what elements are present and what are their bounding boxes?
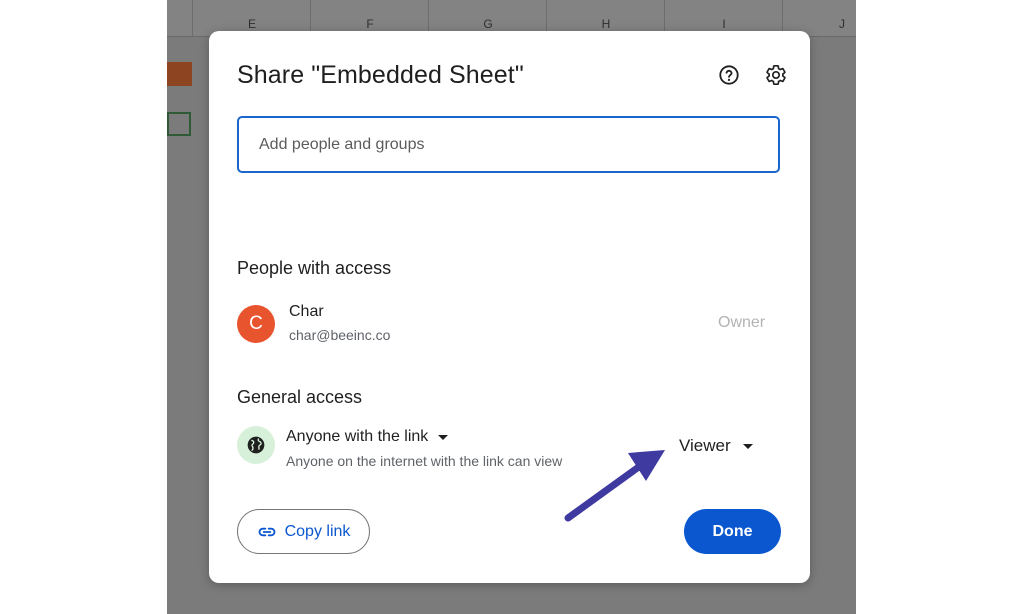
people-with-access-title: People with access: [237, 258, 392, 278]
selected-cell[interactable]: [167, 112, 191, 136]
gear-icon[interactable]: [762, 61, 790, 89]
owner-name: Char: [289, 303, 324, 320]
copy-link-label: Copy link: [284, 522, 351, 540]
avatar: C: [237, 305, 275, 343]
done-button[interactable]: Done: [684, 509, 781, 554]
owner-role-label: Owner: [718, 314, 766, 331]
chevron-down-icon: [438, 434, 449, 440]
role-label: Viewer: [679, 436, 731, 455]
general-access-description: Anyone on the internet with the link can…: [286, 453, 563, 469]
general-access-dropdown[interactable]: Anyone with the link: [286, 426, 449, 448]
copy-link-button[interactable]: Copy link: [237, 509, 370, 554]
dialog-title: Share "Embedded Sheet": [237, 61, 524, 89]
owner-email: char@beeinc.co: [289, 327, 391, 343]
chevron-down-icon: [742, 443, 753, 449]
general-access-title: General access: [237, 387, 363, 407]
globe-icon: [237, 426, 275, 464]
general-access-scope: Anyone with the link: [286, 428, 429, 445]
share-dialog: Share "Embedded Sheet" People with acces…: [209, 31, 810, 583]
help-circle-icon[interactable]: [715, 61, 743, 89]
link-icon: [258, 527, 275, 536]
add-people-input[interactable]: [237, 116, 780, 173]
role-dropdown[interactable]: Viewer: [679, 435, 753, 457]
filled-cell[interactable]: [167, 62, 192, 86]
